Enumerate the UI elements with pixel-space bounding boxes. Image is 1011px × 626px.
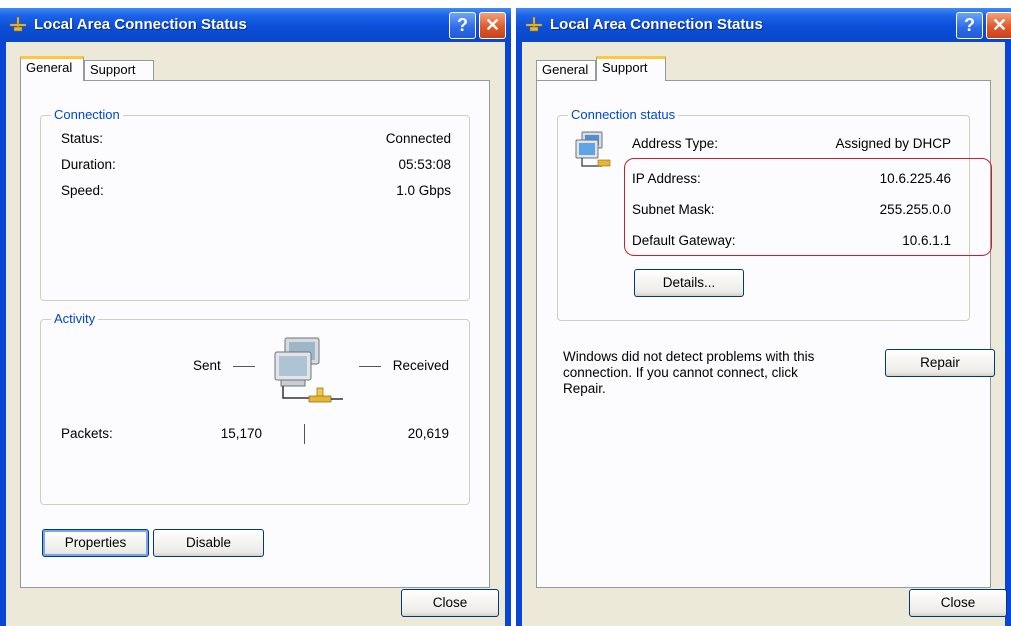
help-icon: ? <box>457 15 468 35</box>
tab-general[interactable]: General <box>536 60 596 80</box>
packets-divider <box>304 424 305 444</box>
close-button[interactable]: Close <box>401 589 499 617</box>
address-type-value: Assigned by DHCP <box>835 136 951 151</box>
connection-group-label: Connection <box>51 107 123 122</box>
repair-message-line: connection. If you cannot connect, click <box>563 365 798 380</box>
close-window-button[interactable]: ✕ <box>986 12 1011 39</box>
connection-group: Connection Status: Connected Duration: 0… <box>40 107 470 301</box>
network-computers-icon <box>274 337 343 403</box>
status-dialog-general: Local Area Connection Status ? ✕ General… <box>0 8 511 626</box>
help-button[interactable]: ? <box>449 12 476 39</box>
tab-support[interactable]: Support <box>596 56 666 81</box>
disable-button[interactable]: Disable <box>153 529 264 557</box>
received-line <box>359 366 381 367</box>
title-bar[interactable]: Local Area Connection Status ? ✕ <box>0 8 511 42</box>
packets-label: Packets: <box>61 426 113 441</box>
sent-line <box>233 366 255 367</box>
duration-label: Duration: <box>61 157 116 172</box>
tab-panel-support: Connection status Address Type: Assigned… <box>536 80 995 588</box>
close-window-button[interactable]: ✕ <box>479 12 506 39</box>
activity-group-label: Activity <box>51 311 99 326</box>
subnet-mask-label: Subnet Mask: <box>632 202 715 217</box>
duration-value: 05:53:08 <box>398 157 451 172</box>
close-icon: ✕ <box>991 15 1008 35</box>
status-value: Connected <box>385 131 451 146</box>
properties-button[interactable]: Properties <box>42 529 149 557</box>
network-computers-icon <box>575 131 611 167</box>
address-type-label: Address Type: <box>632 136 719 151</box>
status-dialog-support: Local Area Connection Status ? ✕ General… <box>516 8 1011 626</box>
repair-message: Windows did not detect problems with thi… <box>563 349 863 397</box>
connection-status-group-label: Connection status <box>568 107 679 122</box>
sent-label: Sent <box>193 358 221 373</box>
repair-message-line: Repair. <box>563 381 606 396</box>
activity-group: Activity Sent Received Packets: 15,170 2… <box>40 311 470 505</box>
network-connection-icon <box>9 16 27 32</box>
packets-received-value: 20,619 <box>407 426 449 441</box>
subnet-mask-value: 255.255.0.0 <box>879 202 951 217</box>
ip-address-label: IP Address: <box>632 171 701 186</box>
dialog-client: General Support Connection status Addres… <box>522 42 1007 626</box>
ip-address-value: 10.6.225.46 <box>879 171 951 186</box>
connection-status-group: Connection status Address Type: Assigned… <box>557 107 992 321</box>
repair-button[interactable]: Repair <box>885 349 995 377</box>
status-label: Status: <box>61 131 104 146</box>
details-button[interactable]: Details... <box>634 269 744 297</box>
speed-value: 1.0 Gbps <box>396 183 451 198</box>
repair-message-line: Windows did not detect problems with thi… <box>563 349 815 364</box>
speed-label: Speed: <box>61 183 104 198</box>
packets-sent-value: 15,170 <box>220 426 262 441</box>
received-label: Received <box>392 358 449 373</box>
tab-general[interactable]: General <box>20 56 84 81</box>
network-connection-icon <box>525 16 543 32</box>
default-gateway-label: Default Gateway: <box>632 233 736 248</box>
title-bar[interactable]: Local Area Connection Status ? ✕ <box>516 8 1011 42</box>
close-icon: ✕ <box>484 15 501 35</box>
dialog-client: General Support Connection Status: Conne… <box>6 42 505 626</box>
help-icon: ? <box>964 15 975 35</box>
default-gateway-value: 10.6.1.1 <box>902 233 951 248</box>
close-button[interactable]: Close <box>909 589 1007 617</box>
tab-panel-general: Connection Status: Connected Duration: 0… <box>20 80 490 588</box>
window-title: Local Area Connection Status <box>550 16 763 33</box>
tab-support[interactable]: Support <box>84 60 154 80</box>
help-button[interactable]: ? <box>956 12 983 39</box>
window-title: Local Area Connection Status <box>34 16 247 33</box>
